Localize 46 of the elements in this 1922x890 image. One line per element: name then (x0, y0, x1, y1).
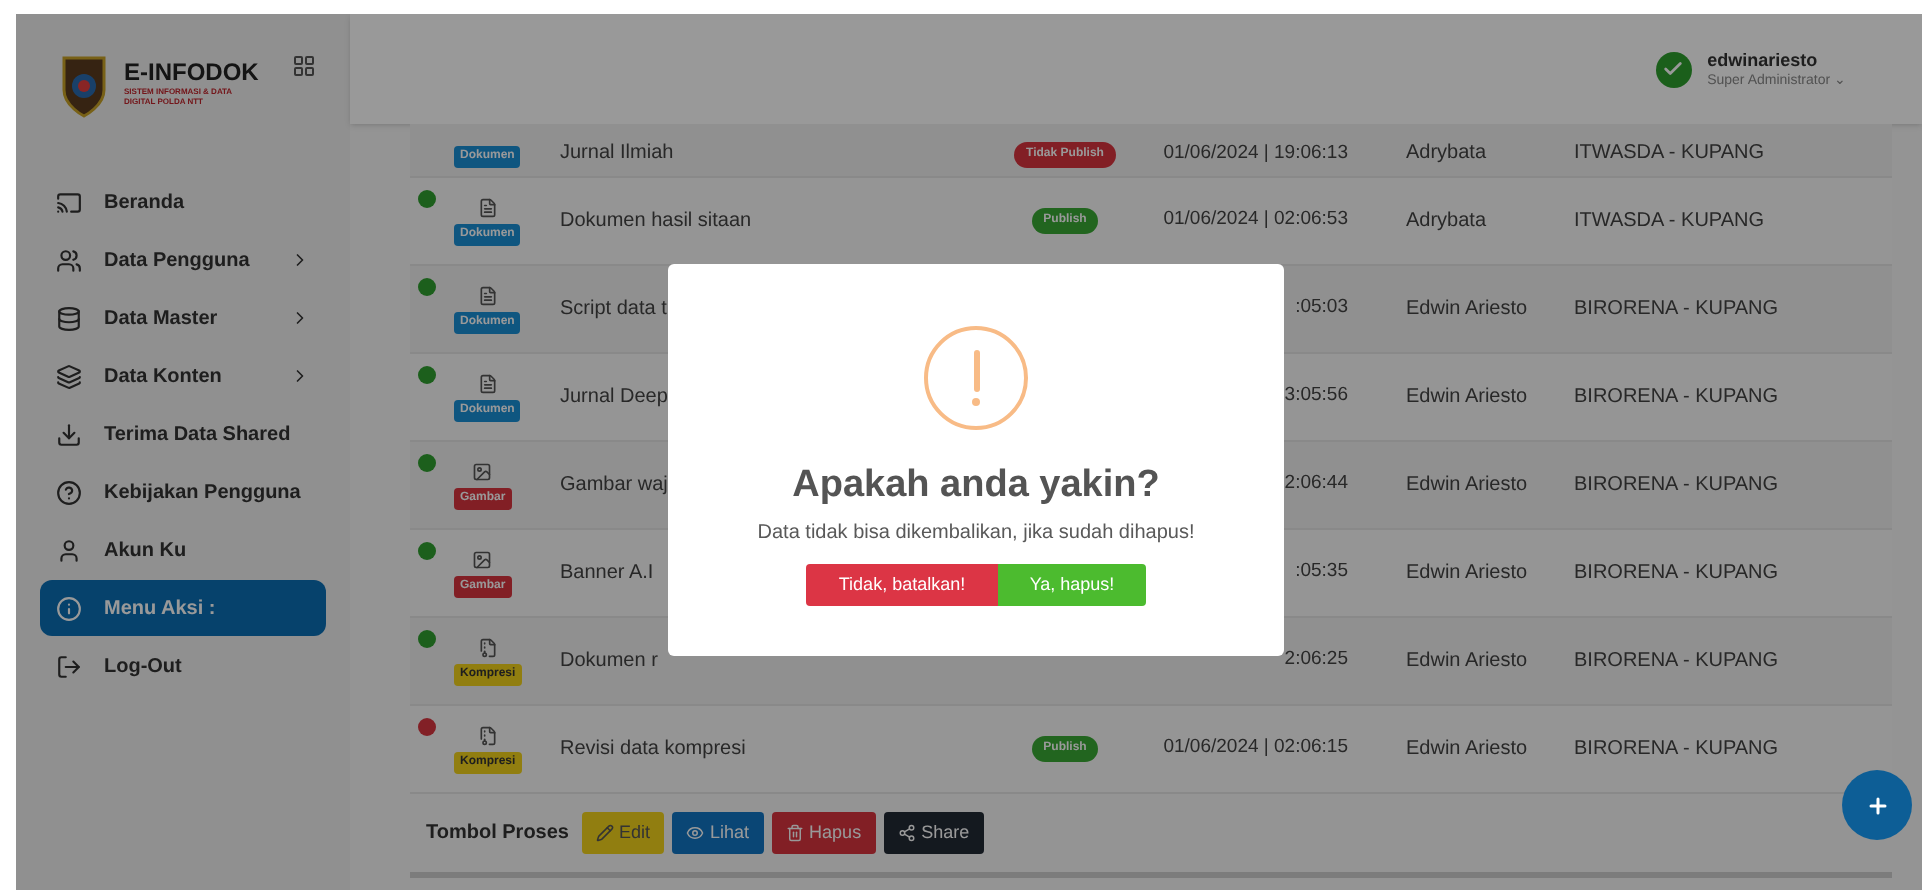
uploader-name: Adrybata (1406, 208, 1489, 236)
document-name: Script data t (560, 296, 667, 324)
document-name: Jurnal Deep (560, 384, 668, 412)
sidebar-label: Data Master (104, 305, 218, 333)
date-time: 3:05:56 (1284, 382, 1348, 411)
document-name: Jurnal Ilmiah (560, 140, 674, 168)
unit-name: BIRORENA - KUPANG (1574, 648, 1779, 676)
sidebar-label: Kebijakan Pengguna (104, 479, 301, 507)
document-name: Revisi data kompresi (560, 736, 746, 764)
unit-name: BIRORENA - KUPANG (1574, 296, 1779, 324)
uploader-name: Edwin Ariesto (1406, 736, 1530, 764)
date-time: 01/06/2024 | 19:06:13 (1163, 139, 1348, 168)
user-name: edwinariesto (1707, 49, 1820, 71)
date-time: 2:06:25 (1284, 646, 1348, 675)
unit-name: BIRORENA - KUPANG (1574, 384, 1779, 412)
date-time: :05:03 (1295, 294, 1348, 323)
sidebar-label: Log-Out (104, 653, 182, 681)
uploader-name: Edwin Ariesto (1406, 560, 1530, 588)
date-time: 2:06:44 (1284, 470, 1348, 499)
unit-name: BIRORENA - KUPANG (1574, 472, 1779, 500)
uploader-name: Edwin Ariesto (1406, 472, 1530, 500)
dialog-title: Apakah anda yakin? (792, 464, 1160, 508)
uploader-name: Edwin Ariesto (1406, 296, 1530, 324)
date-time: 01/06/2024 | 02:06:53 (1163, 206, 1348, 235)
unit-name: BIRORENA - KUPANG (1574, 736, 1779, 764)
sidebar-label: Beranda (104, 189, 185, 217)
sidebar-label: Terima Data Shared (104, 421, 291, 449)
document-name: Gambar waj (560, 472, 668, 500)
uploader-name: Edwin Ariesto (1406, 384, 1530, 412)
unit-name: ITWASDA - KUPANG (1574, 140, 1765, 168)
date-time: :05:35 (1295, 558, 1348, 587)
uploader-name: Adrybata (1406, 140, 1489, 168)
unit-name: ITWASDA - KUPANG (1574, 208, 1765, 236)
document-name: Dokumen hasil sitaan (560, 208, 752, 236)
sidebar-label: Data Konten (104, 363, 222, 391)
sidebar-label: Akun Ku (104, 537, 187, 565)
document-name: Dokumen r (560, 648, 658, 676)
uploader-name: Edwin Ariesto (1406, 648, 1530, 676)
document-name: Banner A.I (560, 560, 654, 588)
date-time: 01/06/2024 | 02:06:15 (1163, 734, 1348, 763)
actions-label: Tombol Proses (426, 820, 569, 848)
sidebar-label: Data Pengguna (104, 247, 250, 275)
unit-name: BIRORENA - KUPANG (1574, 560, 1779, 588)
sidebar-label: Menu Aksi : (104, 595, 216, 623)
dialog-message: Data tidak bisa dikembalikan, jika sudah dihapus! (757, 520, 1195, 548)
brand-title: E-INFODOK (124, 60, 259, 86)
